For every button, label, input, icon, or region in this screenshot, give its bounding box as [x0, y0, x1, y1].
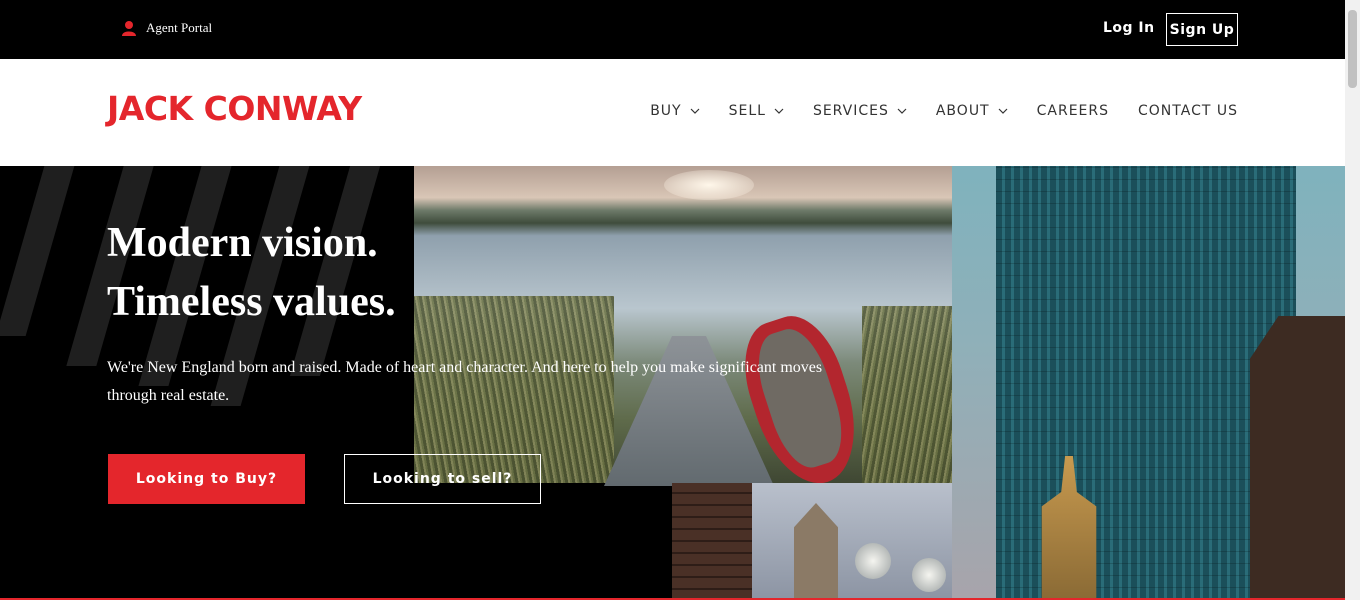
chevron-down-icon: [774, 108, 784, 114]
street-lamp: [912, 558, 946, 592]
hero-section: Modern vision. Timeless values. We're Ne…: [0, 166, 1345, 600]
top-utility-bar: Agent Portal Log In Sign Up: [0, 0, 1345, 59]
chevron-down-icon: [897, 108, 907, 114]
hero-title-line: Timeless values.: [107, 279, 396, 325]
nav-item-about[interactable]: ABOUT: [936, 103, 1008, 119]
main-nav: BUY SELL SERVICES ABOUT CAREERS CONTACT …: [650, 103, 1238, 119]
nav-item-label: ABOUT: [935, 103, 990, 119]
city-street-photo: [672, 483, 952, 600]
brick-building: [1250, 316, 1345, 600]
site-header: JACK CONWAY BUY SELL SERVICES ABOUT CARE…: [0, 59, 1345, 166]
jack-conway-logo[interactable]: JACK CONWAY: [107, 92, 362, 125]
nav-item-careers[interactable]: CAREERS: [1037, 103, 1109, 119]
nav-item-label: SERVICES: [812, 103, 889, 119]
log-in-link[interactable]: Log In: [1103, 20, 1155, 36]
agent-portal-link[interactable]: Agent Portal: [122, 20, 212, 36]
lake-dock-photo: [414, 166, 952, 497]
user-icon: [122, 20, 136, 36]
sign-up-button[interactable]: Sign Up: [1166, 13, 1238, 46]
hero-title: Modern vision. Timeless values.: [107, 214, 396, 332]
agent-portal-label: Agent Portal: [146, 20, 213, 35]
nav-item-label: SELL: [728, 103, 766, 119]
nav-item-label: BUY: [650, 103, 682, 119]
hero-description: We're New England born and raised. Made …: [107, 359, 823, 404]
glass-tower-photo: [952, 166, 1345, 600]
looking-to-buy-button[interactable]: Looking to Buy?: [108, 454, 305, 504]
nav-item-label: CAREERS: [1036, 103, 1110, 119]
nav-item-label: CONTACT US: [1138, 103, 1238, 119]
looking-to-sell-button[interactable]: Looking to sell?: [344, 454, 541, 504]
scrollbar-thumb[interactable]: [1348, 10, 1357, 88]
clock-tower: [794, 503, 838, 600]
sunset-glow: [664, 170, 754, 200]
nav-item-contact-us[interactable]: CONTACT US: [1138, 103, 1238, 119]
page-scrollbar[interactable]: [1345, 0, 1360, 600]
street-lamp: [855, 543, 891, 579]
nav-item-services[interactable]: SERVICES: [813, 103, 907, 119]
decorative-stripe: [0, 166, 75, 336]
chevron-down-icon: [998, 108, 1008, 114]
hero-title-line: Modern vision.: [107, 220, 378, 266]
nav-item-sell[interactable]: SELL: [729, 103, 784, 119]
reeds-right: [862, 306, 952, 483]
brick-building: [672, 483, 752, 600]
chevron-down-icon: [690, 108, 700, 114]
nav-item-buy[interactable]: BUY: [650, 103, 700, 119]
